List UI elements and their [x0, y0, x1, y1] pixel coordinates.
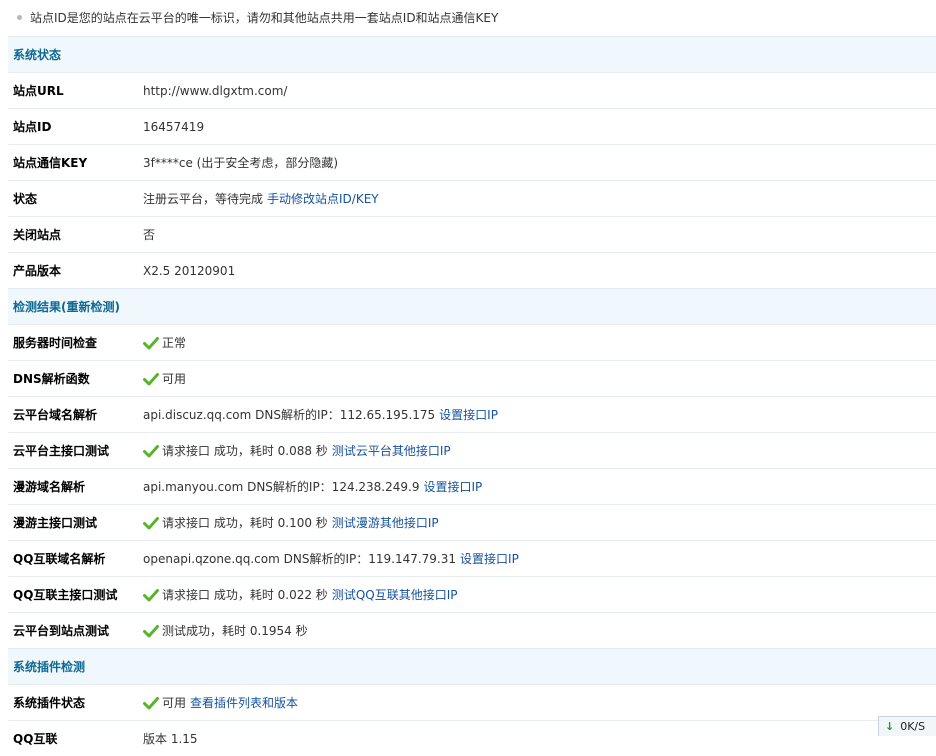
cloud-dns-value: api.discuz.qq.com DNS解析的IP：112.65.195.17…	[143, 408, 436, 422]
manyou-dns-value-cell: api.manyou.com DNS解析的IP：124.238.249.9 设置…	[143, 478, 482, 495]
qq-api-value-cell: 请求接口 成功，耗时 0.022 秒 测试QQ互联其他接口IP	[143, 586, 457, 603]
download-speed: 0K/S	[900, 720, 926, 733]
check-icon	[143, 624, 159, 637]
row-state: 状态 注册云平台，等待完成 手动修改站点ID/KEY	[8, 180, 936, 216]
row-manyou-dns: 漫游域名解析 api.manyou.com DNS解析的IP：124.238.2…	[8, 468, 936, 504]
bullet-icon	[17, 14, 22, 20]
cloud-api-value: 请求接口 成功，耗时 0.088 秒	[162, 444, 328, 458]
qq-connect-plugin-value: 版本 1.15	[143, 732, 198, 746]
section-header-check-results[interactable]: 检测结果(重新检测)	[8, 288, 936, 324]
row-qq-api: QQ互联主接口测试 请求接口 成功，耗时 0.022 秒 测试QQ互联其他接口I…	[8, 576, 936, 612]
site-closed-value: 否	[143, 228, 156, 242]
qq-connect-plugin-label: QQ互联	[13, 732, 58, 746]
cloud-set-ip-link[interactable]: 设置接口IP	[439, 406, 498, 423]
manyou-dns-label: 漫游域名解析	[13, 480, 86, 494]
edit-site-id-key-link[interactable]: 手动修改站点ID/KEY	[267, 190, 379, 207]
qq-api-value: 请求接口 成功，耗时 0.022 秒	[162, 588, 328, 602]
check-icon	[143, 588, 159, 601]
manyou-test-other-ip-link[interactable]: 测试漫游其他接口IP	[332, 514, 439, 531]
manyou-api-value-cell: 请求接口 成功，耗时 0.100 秒 测试漫游其他接口IP	[143, 514, 439, 531]
server-time-value: 正常	[162, 336, 187, 350]
qq-dns-value: openapi.qzone.qq.com DNS解析的IP：119.147.79…	[143, 552, 457, 566]
site-id-label: 站点ID	[13, 120, 52, 134]
row-site-id: 站点ID 16457419	[8, 108, 936, 144]
row-cloud-api: 云平台主接口测试 请求接口 成功，耗时 0.088 秒 测试云平台其他接口IP	[8, 432, 936, 468]
manyou-api-value: 请求接口 成功，耗时 0.100 秒	[162, 516, 328, 530]
cloud-api-value-cell: 请求接口 成功，耗时 0.088 秒 测试云平台其他接口IP	[143, 442, 451, 459]
plugin-state-value: 可用	[162, 696, 187, 710]
state-label: 状态	[13, 192, 38, 206]
view-plugin-list-link[interactable]: 查看插件列表和版本	[190, 694, 298, 711]
row-site-key: 站点通信KEY 3f****ce (出于安全考虑，部分隐藏)	[8, 144, 936, 180]
row-site-closed: 关闭站点 否	[8, 216, 936, 252]
site-url-label: 站点URL	[13, 84, 64, 98]
server-time-label: 服务器时间检查	[13, 336, 98, 350]
section-header-system-status: 系统状态	[8, 36, 936, 72]
site-closed-label: 关闭站点	[13, 228, 62, 242]
check-icon	[143, 372, 159, 385]
row-product-version: 产品版本 X2.5 20120901	[8, 252, 936, 288]
row-cloud-to-site: 云平台到站点测试 测试成功，耗时 0.1954 秒	[8, 612, 936, 648]
cloud-status-table: 系统状态 站点URL http://www.dlgxtm.com/ 站点ID 1…	[8, 36, 936, 756]
row-qq-dns: QQ互联域名解析 openapi.qzone.qq.com DNS解析的IP：1…	[8, 540, 936, 576]
qq-test-other-ip-link[interactable]: 测试QQ互联其他接口IP	[332, 586, 458, 603]
plugin-state-label: 系统插件状态	[13, 696, 86, 710]
download-status-bar[interactable]: ↓ 0K/S	[878, 716, 936, 736]
check-icon	[143, 516, 159, 529]
plugin-state-value-cell: 可用 查看插件列表和版本	[143, 694, 298, 711]
cloud-api-label: 云平台主接口测试	[13, 444, 110, 458]
site-key-value: 3f****ce (出于安全考虑，部分隐藏)	[143, 156, 339, 170]
product-version-value: X2.5 20120901	[143, 263, 236, 278]
check-icon	[143, 336, 159, 349]
row-qq-connect-plugin: QQ互联 版本 1.15	[8, 720, 936, 756]
dns-function-label: DNS解析函数	[13, 372, 90, 386]
state-value-cell: 注册云平台，等待完成 手动修改站点ID/KEY	[143, 190, 379, 207]
cloud-dns-label: 云平台域名解析	[13, 408, 98, 422]
row-site-url: 站点URL http://www.dlgxtm.com/	[8, 72, 936, 108]
row-cloud-dns: 云平台域名解析 api.discuz.qq.com DNS解析的IP：112.6…	[8, 396, 936, 432]
row-plugin-state: 系统插件状态 可用 查看插件列表和版本	[8, 684, 936, 720]
row-server-time: 服务器时间检查 正常	[8, 324, 936, 360]
tip-text: 站点ID是您的站点在云平台的唯一标识，请勿和其他站点共用一套站点ID和站点通信K…	[30, 10, 499, 25]
check-icon	[143, 696, 159, 709]
site-id-value: 16457419	[143, 119, 205, 134]
cloud-dns-value-cell: api.discuz.qq.com DNS解析的IP：112.65.195.17…	[143, 406, 498, 423]
row-dns-function: DNS解析函数 可用	[8, 360, 936, 396]
dns-function-value-cell: 可用	[143, 370, 186, 387]
qq-set-ip-link[interactable]: 设置接口IP	[460, 550, 519, 567]
cloud-to-site-value: 测试成功，耗时 0.1954 秒	[162, 624, 308, 638]
tip-notice: 站点ID是您的站点在云平台的唯一标识，请勿和其他站点共用一套站点ID和站点通信K…	[0, 0, 936, 34]
state-value: 注册云平台，等待完成	[143, 192, 264, 206]
row-manyou-api: 漫游主接口测试 请求接口 成功，耗时 0.100 秒 测试漫游其他接口IP	[8, 504, 936, 540]
server-time-value-cell: 正常	[143, 334, 186, 351]
section-header-plugins: 系统插件检测	[8, 648, 936, 684]
site-key-label: 站点通信KEY	[13, 156, 88, 170]
cloud-to-site-label: 云平台到站点测试	[13, 624, 110, 638]
qq-dns-value-cell: openapi.qzone.qq.com DNS解析的IP：119.147.79…	[143, 550, 519, 567]
manyou-api-label: 漫游主接口测试	[13, 516, 98, 530]
cloud-test-other-ip-link[interactable]: 测试云平台其他接口IP	[332, 442, 451, 459]
qq-api-label: QQ互联主接口测试	[13, 588, 118, 602]
check-icon	[143, 444, 159, 457]
manyou-set-ip-link[interactable]: 设置接口IP	[423, 478, 482, 495]
site-url-value: http://www.dlgxtm.com/	[143, 83, 288, 98]
manyou-dns-value: api.manyou.com DNS解析的IP：124.238.249.9	[143, 480, 420, 494]
cloud-to-site-value-cell: 测试成功，耗时 0.1954 秒	[143, 622, 308, 639]
product-version-label: 产品版本	[13, 264, 62, 278]
down-arrow-icon: ↓	[885, 720, 895, 733]
dns-function-value: 可用	[162, 372, 187, 386]
qq-dns-label: QQ互联域名解析	[13, 552, 106, 566]
